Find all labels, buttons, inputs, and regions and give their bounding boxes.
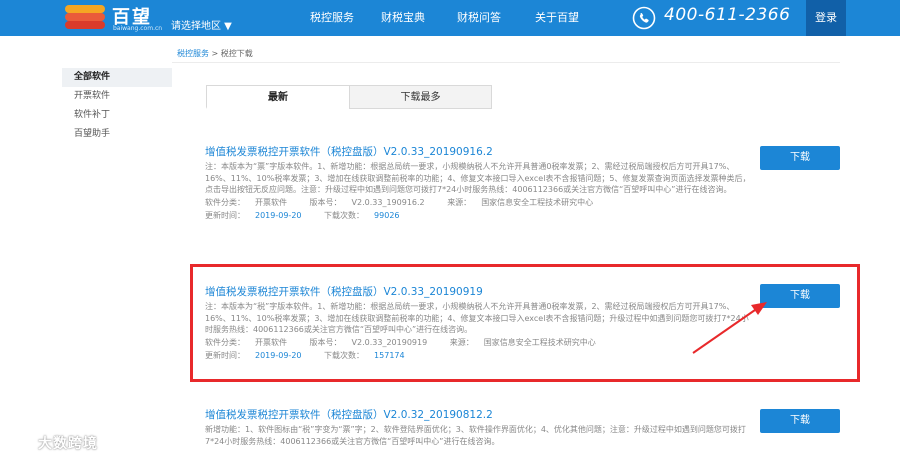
breadcrumb-link-service[interactable]: 税控服务 xyxy=(177,49,209,58)
breadcrumb-separator: > xyxy=(211,49,219,58)
phone-icon xyxy=(632,6,656,30)
main-nav: 税控服务 财税宝典 财税问答 关于百望 xyxy=(310,0,595,36)
breadcrumb-current: 税控下载 xyxy=(220,49,253,58)
nav-tax-control-service[interactable]: 税控服务 xyxy=(310,0,381,36)
software-stats: 更新时间： 2019-09-20 下载次数： 99026 xyxy=(205,210,400,220)
software-category: 开票软件 xyxy=(255,197,287,207)
download-button[interactable]: 下载 xyxy=(760,146,840,170)
download-count: 99026 xyxy=(374,210,400,220)
sidebar-item-invoicing-software[interactable]: 开票软件 xyxy=(62,87,172,106)
software-title-link[interactable]: 增值税发票税控开票软件（税控盘版）V2.0.33_20190916.2 xyxy=(205,146,753,159)
nav-about[interactable]: 关于百望 xyxy=(535,0,595,36)
sidebar-item-patches[interactable]: 软件补丁 xyxy=(62,106,172,125)
sort-tabs: 最新 下载最多 xyxy=(206,85,492,109)
software-description: 注：本版本为“票”字版本软件。1、新增功能：根据总局统一要求，小规模纳税人不允许… xyxy=(205,162,751,194)
software-source: 国家信息安全工程技术研究中心 xyxy=(481,197,594,207)
tab-most-downloaded[interactable]: 下载最多 xyxy=(349,85,492,109)
region-selector[interactable]: 请选择地区 ▼ xyxy=(171,17,232,32)
logo-mark-icon xyxy=(62,5,108,29)
nav-tax-guide[interactable]: 财税宝典 xyxy=(381,0,457,36)
baiwang-logo[interactable]: 百望 baiwang.com.cn xyxy=(62,3,162,33)
logo-subtext: baiwang.com.cn xyxy=(113,25,163,32)
update-date: 2019-09-20 xyxy=(255,210,302,220)
software-title-link[interactable]: 增值税发票税控开票软件（税控盘版）V2.0.32_20190812.2 xyxy=(205,409,753,422)
tab-latest[interactable]: 最新 xyxy=(206,85,350,109)
breadcrumb-divider xyxy=(172,62,840,63)
hotline-number: 400-611-2366 xyxy=(664,5,791,25)
nav-tax-qa[interactable]: 财税问答 xyxy=(457,0,535,36)
software-description: 新增功能：1、软件图标由“税”字变为“票”字；2、软件登陆界面优化；3、软件操作… xyxy=(205,425,746,446)
breadcrumb: 税控服务 > 税控下载 xyxy=(177,48,253,59)
watermark-text: 大数跨境 xyxy=(38,436,98,452)
highlight-box xyxy=(190,264,860,382)
software-meta: 软件分类： 开票软件 版本号： V2.0.33_190916.2 来源： 国家信息安全… xyxy=(205,197,594,207)
sidebar-item-baiwang-assistant[interactable]: 百望助手 xyxy=(62,125,172,144)
login-button[interactable]: 登录 xyxy=(806,0,846,36)
sidebar: 全部软件 开票软件 软件补丁 百望助手 xyxy=(62,68,172,144)
software-entry: 增值税发票税控开票软件（税控盘版）V2.0.33_20190916.2 注：本版… xyxy=(205,146,753,222)
download-button[interactable]: 下载 xyxy=(760,409,840,433)
software-entry: 增值税发票税控开票软件（税控盘版）V2.0.32_20190812.2 新增功能… xyxy=(205,409,753,447)
watermark: 大数跨境 xyxy=(5,432,98,454)
watermark-logo-icon xyxy=(7,435,35,451)
sidebar-item-all-software[interactable]: 全部软件 xyxy=(62,68,172,87)
software-version: V2.0.33_190916.2 xyxy=(351,197,425,207)
top-navigation-bar: 百望 baiwang.com.cn 请选择地区 ▼ 税控服务 财税宝典 财税问答… xyxy=(0,0,900,36)
